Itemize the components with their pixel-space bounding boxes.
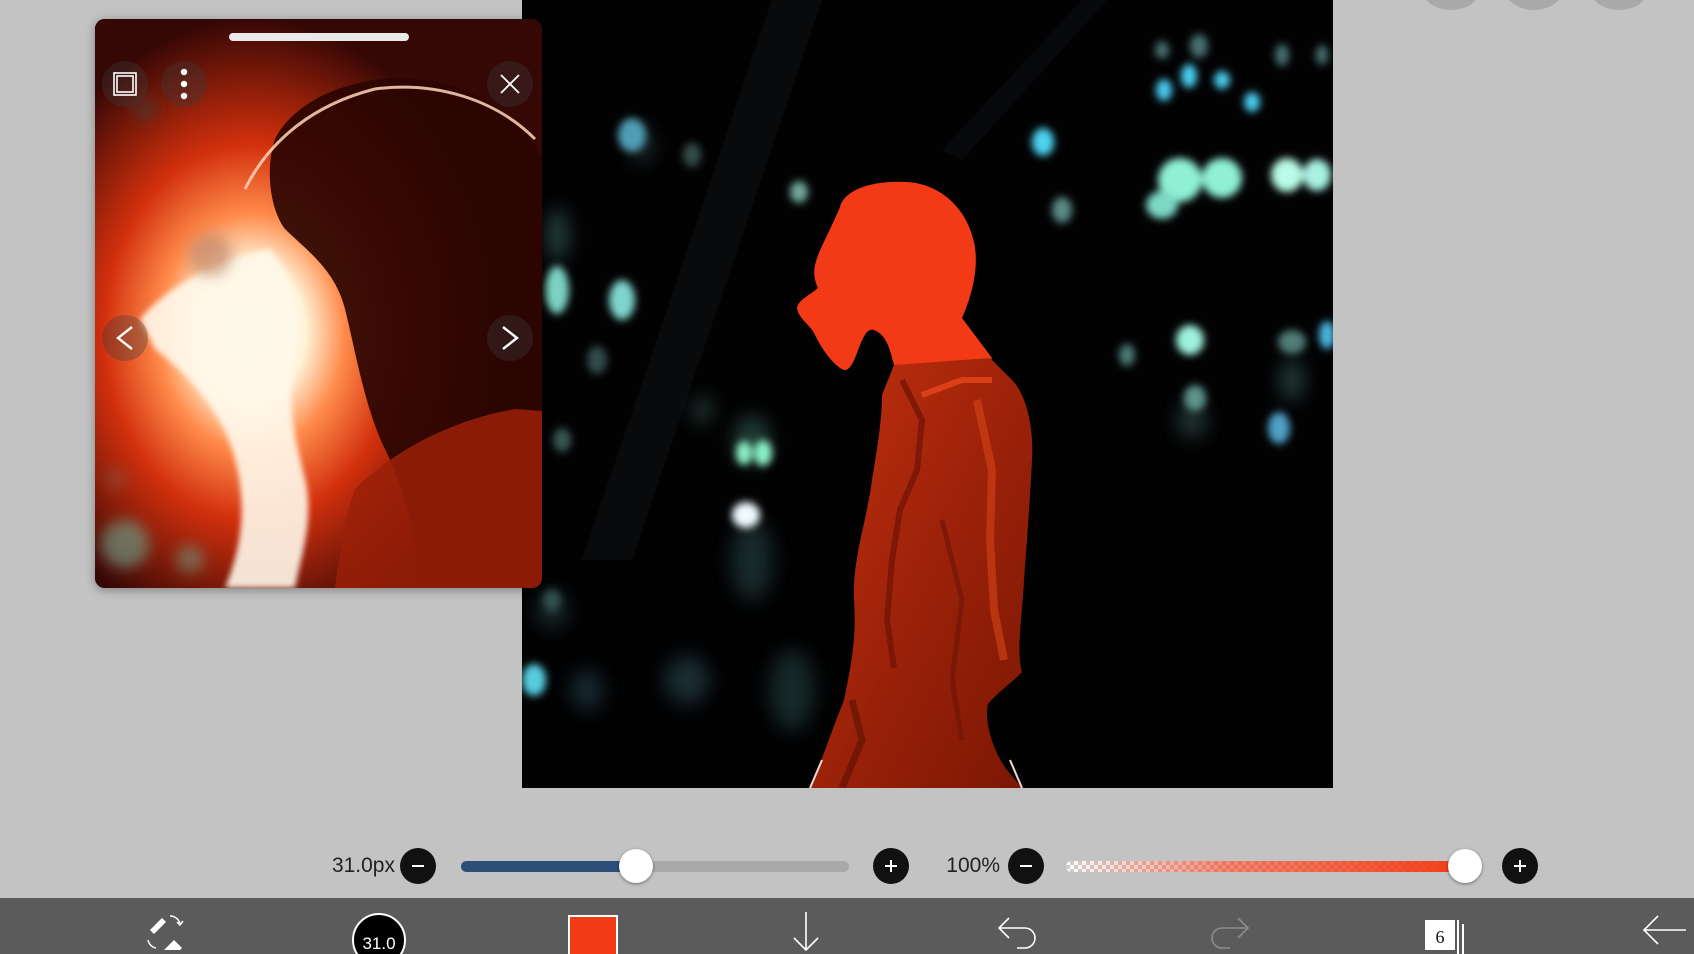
minus-icon [412, 865, 424, 867]
ref-next-button[interactable] [487, 315, 533, 361]
color-picker-button[interactable] [568, 915, 618, 954]
ref-frame-button[interactable] [102, 61, 148, 107]
size-slider-fill [461, 861, 636, 872]
opacity-label: 100% [946, 854, 1000, 877]
redo-button[interactable] [1198, 910, 1262, 954]
top-tool-button-2[interactable] [1505, 0, 1563, 10]
brush-eraser-swap-icon [147, 915, 184, 950]
reference-window[interactable] [95, 19, 542, 588]
size-slider-thumb[interactable] [618, 849, 653, 883]
tool-swap-button[interactable] [134, 910, 198, 954]
paint-app-screen: 31.0px 100% 31.0 6 [0, 0, 1694, 954]
arrow-left-icon [1642, 915, 1686, 945]
brush-settings-bar: 31.0px 100% [0, 846, 1694, 886]
brush-size-indicator[interactable]: 31.0 [352, 913, 406, 954]
close-icon [500, 74, 520, 94]
bottom-toolbar: 31.0 6 [0, 898, 1694, 954]
redo-icon [1211, 917, 1250, 949]
download-button[interactable] [774, 910, 838, 954]
size-increase-button[interactable] [873, 848, 909, 884]
opacity-slider-thumb[interactable] [1448, 849, 1482, 883]
ref-prev-button[interactable] [102, 315, 148, 361]
undo-button[interactable] [985, 910, 1049, 954]
opacity-increase-button[interactable] [1502, 848, 1538, 884]
plus-icon [885, 860, 897, 872]
ref-menu-button[interactable] [161, 61, 207, 107]
back-button[interactable] [1632, 910, 1694, 954]
undo-icon [997, 917, 1036, 949]
opacity-decrease-button[interactable] [1008, 848, 1044, 884]
ref-close-button[interactable] [487, 61, 533, 107]
plus-icon [1514, 860, 1526, 872]
reference-photo [95, 19, 542, 588]
brush-size-slider[interactable] [461, 861, 849, 872]
top-tool-button-3[interactable] [1590, 0, 1648, 10]
opacity-slider-fill [1066, 861, 1468, 872]
chevron-right-icon [502, 326, 519, 350]
window-drag-handle[interactable] [229, 33, 409, 41]
opacity-slider[interactable] [1066, 861, 1468, 872]
drawing-canvas[interactable] [522, 0, 1333, 788]
top-tool-button-1[interactable] [1422, 0, 1480, 10]
layer-count: 6 [1425, 920, 1455, 950]
square-frame-icon [113, 72, 137, 96]
arrow-down-icon [793, 912, 819, 952]
more-vertical-icon [180, 68, 188, 100]
brush-size-label: 31.0px [331, 854, 395, 877]
size-decrease-button[interactable] [400, 848, 436, 884]
chevron-left-icon [116, 326, 133, 350]
canvas-artwork [522, 0, 1333, 788]
minus-icon [1020, 865, 1032, 867]
